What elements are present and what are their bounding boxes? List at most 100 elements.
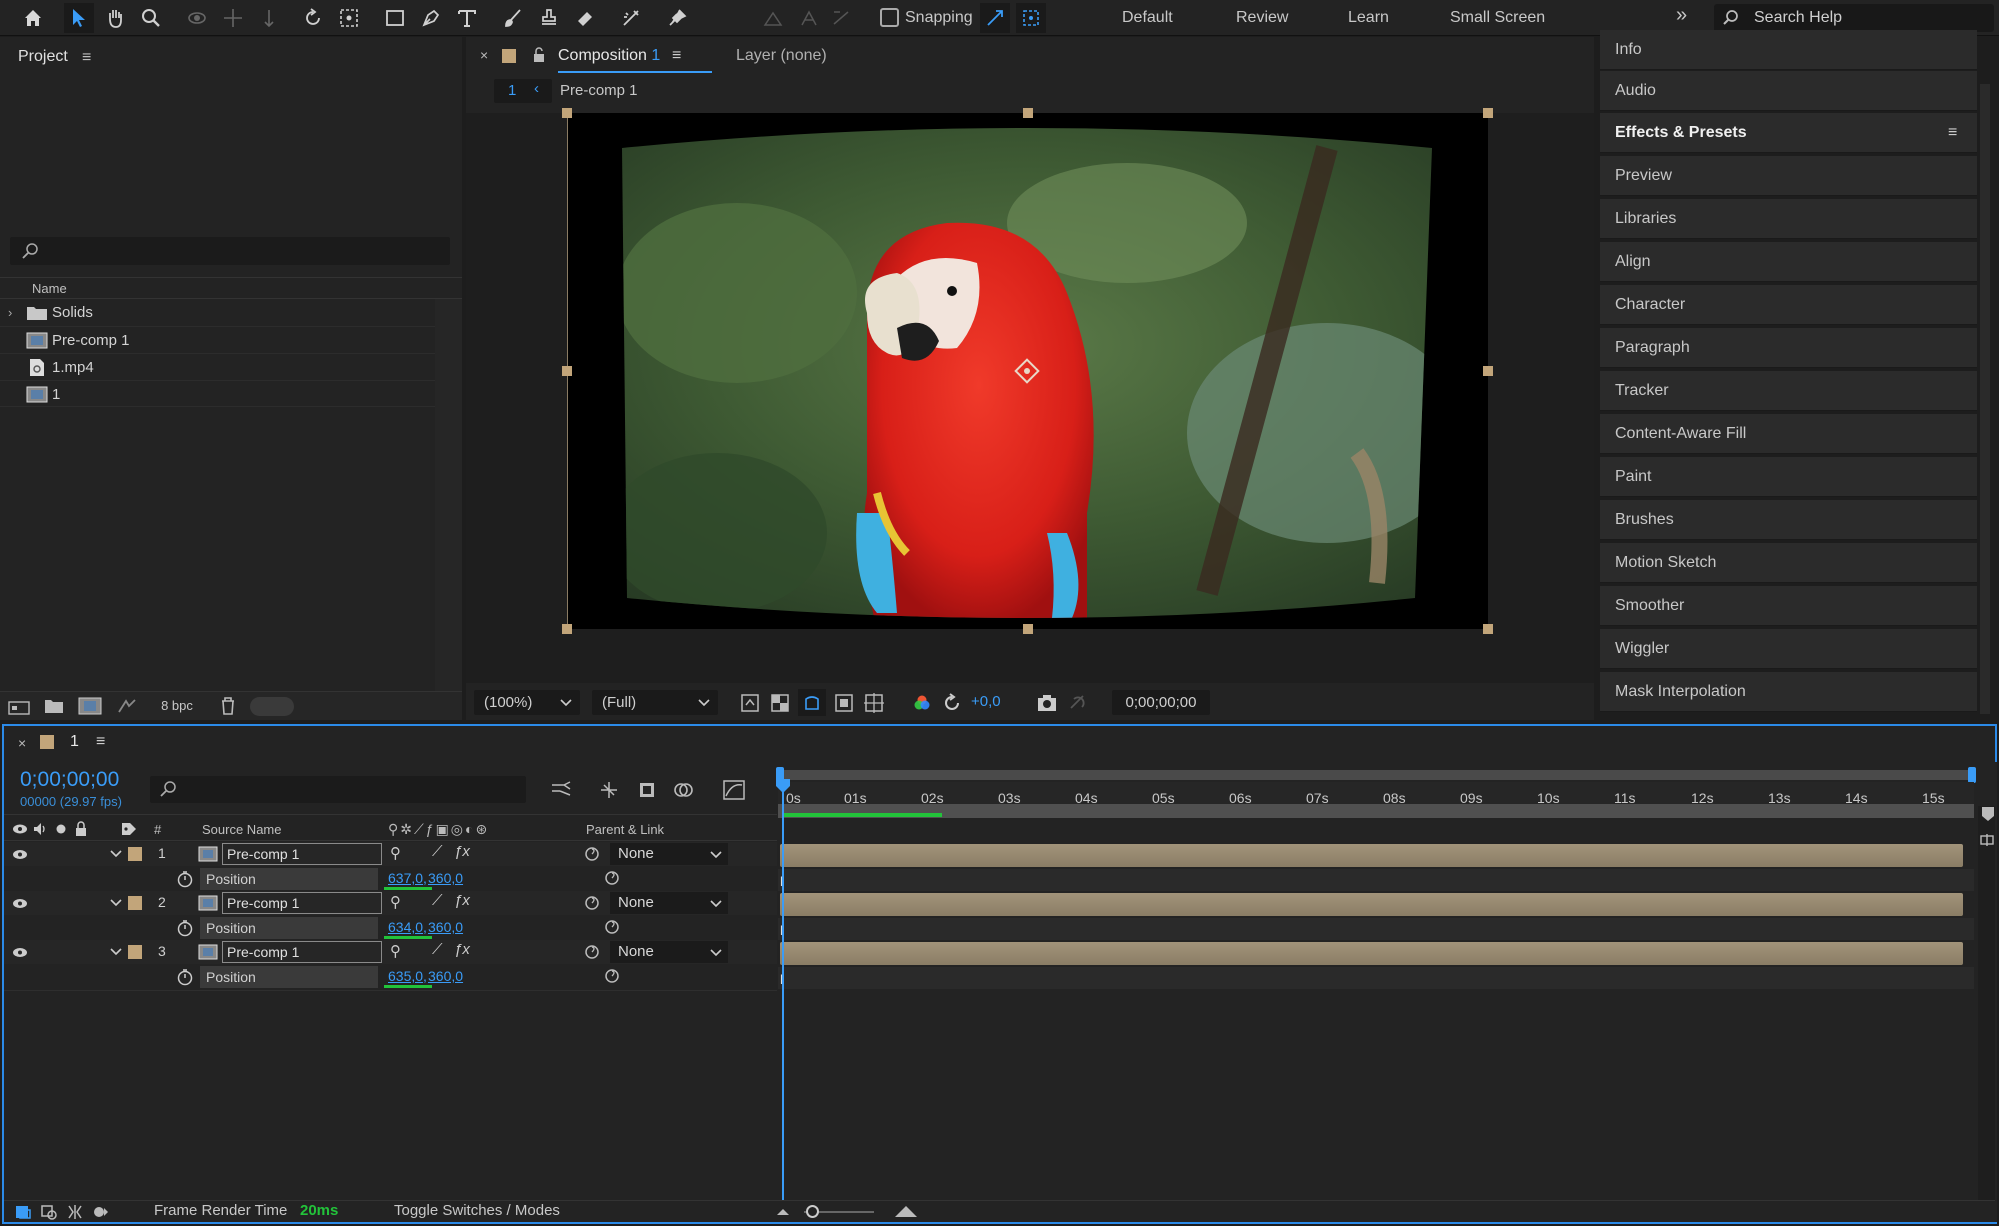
mask-visibility-button[interactable] bbox=[798, 689, 826, 716]
layer-tab[interactable]: Layer (none) bbox=[736, 47, 827, 65]
dolly-camera-icon[interactable] bbox=[254, 3, 284, 33]
thumbnail-toggle[interactable] bbox=[250, 697, 294, 716]
eye-icon[interactable] bbox=[12, 947, 28, 958]
frame-blending-icon[interactable] bbox=[672, 779, 694, 801]
comp-marker-bin-icon[interactable] bbox=[1981, 806, 1995, 822]
panel-paint[interactable]: Paint bbox=[1600, 457, 1977, 497]
zoom-slider-thumb[interactable] bbox=[806, 1205, 819, 1218]
panel-brushes[interactable]: Brushes bbox=[1600, 500, 1977, 540]
resolution-dropdown[interactable]: (Full) bbox=[592, 690, 718, 715]
reset-exposure-icon[interactable] bbox=[942, 693, 962, 713]
close-tab-icon[interactable]: × bbox=[480, 47, 488, 63]
timeline-property-row[interactable]: Position 637,0 , 360,0 bbox=[4, 867, 777, 891]
panel-libraries[interactable]: Libraries bbox=[1600, 199, 1977, 239]
grid-guide-icon[interactable] bbox=[864, 693, 884, 713]
exposure-value[interactable]: +0,0 bbox=[971, 693, 1001, 710]
eye-icon[interactable] bbox=[12, 849, 28, 860]
stopwatch-icon[interactable] bbox=[176, 919, 194, 937]
panel-effects-presets[interactable]: Effects & Presets bbox=[1600, 113, 1977, 153]
panel-info[interactable]: Info bbox=[1600, 30, 1977, 70]
effects-switch-icon[interactable]: ƒx bbox=[454, 892, 470, 909]
workspace-learn[interactable]: Learn bbox=[1348, 0, 1389, 36]
render-time-pane-icon[interactable] bbox=[92, 1204, 110, 1220]
snapshot-camera-icon[interactable] bbox=[1036, 693, 1058, 713]
color-channels-icon[interactable] bbox=[912, 693, 932, 713]
switches-header-icons[interactable]: ⚲✲⟋ƒ▣◎◐⊛ bbox=[388, 821, 489, 838]
project-panel-title[interactable]: Project bbox=[18, 48, 68, 66]
chevron-down-icon[interactable] bbox=[110, 850, 122, 858]
show-snapshot-icon[interactable] bbox=[1068, 693, 1088, 713]
position-x-value[interactable]: 635,0 bbox=[388, 968, 423, 984]
timeline-menu-icon[interactable]: ≡ bbox=[96, 733, 105, 751]
project-search-input[interactable] bbox=[10, 237, 450, 265]
hide-shy-layers-icon[interactable] bbox=[636, 779, 658, 801]
brush-tool-icon[interactable] bbox=[498, 3, 528, 33]
panel-mask-interpolation[interactable]: Mask Interpolation bbox=[1600, 672, 1977, 712]
workspace-small-screen[interactable]: Small Screen bbox=[1450, 0, 1545, 36]
pen-tool-icon[interactable] bbox=[416, 3, 446, 33]
snap-edges-icon[interactable] bbox=[980, 3, 1010, 33]
roto-brush-icon[interactable] bbox=[616, 3, 646, 33]
new-folder-icon[interactable] bbox=[44, 698, 64, 714]
composition-menu-icon[interactable]: ≡ bbox=[672, 47, 681, 65]
zoom-in-icon[interactable] bbox=[894, 1204, 918, 1218]
current-time-display[interactable]: 0;00;00;00 bbox=[1112, 690, 1210, 715]
puppet-pin-icon[interactable] bbox=[662, 3, 692, 33]
layer-switches-pane-icon[interactable] bbox=[14, 1204, 32, 1220]
project-item-solids[interactable]: › Solids bbox=[0, 299, 453, 326]
pickwhip-icon[interactable] bbox=[604, 968, 620, 984]
workspace-overflow-icon[interactable]: » bbox=[1676, 4, 1687, 27]
modes-pane-icon[interactable] bbox=[40, 1204, 58, 1220]
timeline-track-area[interactable]: I I I bbox=[776, 762, 1997, 1222]
transform-handle[interactable] bbox=[562, 108, 572, 118]
layer-duration-bar[interactable] bbox=[780, 893, 1963, 916]
search-help-field[interactable]: Search Help bbox=[1714, 4, 1994, 32]
pan-camera-icon[interactable] bbox=[218, 3, 248, 33]
panel-tracker[interactable]: Tracker bbox=[1600, 371, 1977, 411]
transform-handle[interactable] bbox=[1023, 624, 1033, 634]
project-settings-icon[interactable] bbox=[116, 697, 138, 715]
parent-dropdown[interactable]: None bbox=[610, 843, 728, 865]
timeline-property-row[interactable]: Position 634,0 , 360,0 bbox=[4, 916, 777, 940]
layer-name-field[interactable]: Pre-comp 1 bbox=[222, 941, 382, 963]
shy-switch-icon[interactable]: ⚲ bbox=[390, 942, 401, 960]
panel-align[interactable]: Align bbox=[1600, 242, 1977, 282]
position-y-value[interactable]: 360,0 bbox=[428, 870, 463, 886]
in-out-pane-icon[interactable] bbox=[66, 1204, 84, 1220]
snap-features-icon[interactable] bbox=[1016, 3, 1046, 33]
chevron-down-icon[interactable] bbox=[110, 899, 122, 907]
layer-name-field[interactable]: Pre-comp 1 bbox=[222, 843, 382, 865]
draft-3d-icon[interactable] bbox=[598, 779, 620, 801]
eye-column-icon[interactable] bbox=[12, 823, 28, 835]
layer-label-swatch[interactable] bbox=[128, 945, 142, 959]
pickwhip-icon[interactable] bbox=[584, 944, 600, 960]
timeline-scrollbar[interactable] bbox=[1978, 806, 1995, 1222]
transform-handle[interactable] bbox=[1023, 108, 1033, 118]
pickwhip-icon[interactable] bbox=[584, 895, 600, 911]
position-y-value[interactable]: 360,0 bbox=[428, 919, 463, 935]
fast-previews-icon[interactable] bbox=[740, 693, 760, 713]
project-item-1mp4[interactable]: 1.mp4 bbox=[0, 353, 435, 380]
column-name-header[interactable]: Name bbox=[32, 281, 67, 296]
stopwatch-icon[interactable] bbox=[176, 968, 194, 986]
label-column-icon[interactable] bbox=[120, 821, 138, 837]
type-tool-icon[interactable] bbox=[452, 3, 482, 33]
audio-column-icon[interactable] bbox=[32, 821, 48, 837]
home-icon[interactable] bbox=[18, 3, 48, 33]
parent-dropdown[interactable]: None bbox=[610, 892, 728, 914]
eraser-tool-icon[interactable] bbox=[570, 3, 600, 33]
transform-handle[interactable] bbox=[1483, 108, 1493, 118]
rectangle-tool-icon[interactable] bbox=[380, 3, 410, 33]
timeline-layer-row[interactable]: 3 Pre-comp 1 ⚲ ⟋ ƒx None bbox=[4, 940, 777, 964]
close-tab-icon[interactable]: × bbox=[18, 735, 26, 751]
position-y-value[interactable]: 360,0 bbox=[428, 968, 463, 984]
bit-depth-button[interactable]: 8 bpc bbox=[152, 696, 202, 716]
transform-handle[interactable] bbox=[562, 624, 572, 634]
panel-motion-sketch[interactable]: Motion Sketch bbox=[1600, 543, 1977, 583]
zoom-tool-icon[interactable] bbox=[136, 3, 166, 33]
panel-preview[interactable]: Preview bbox=[1600, 156, 1977, 196]
graph-editor-icon[interactable] bbox=[722, 779, 746, 801]
workspace-review[interactable]: Review bbox=[1236, 0, 1288, 36]
toggle-switches-modes-button[interactable]: Toggle Switches / Modes bbox=[394, 1202, 560, 1219]
project-item-precomp1[interactable]: Pre-comp 1 bbox=[0, 326, 435, 353]
